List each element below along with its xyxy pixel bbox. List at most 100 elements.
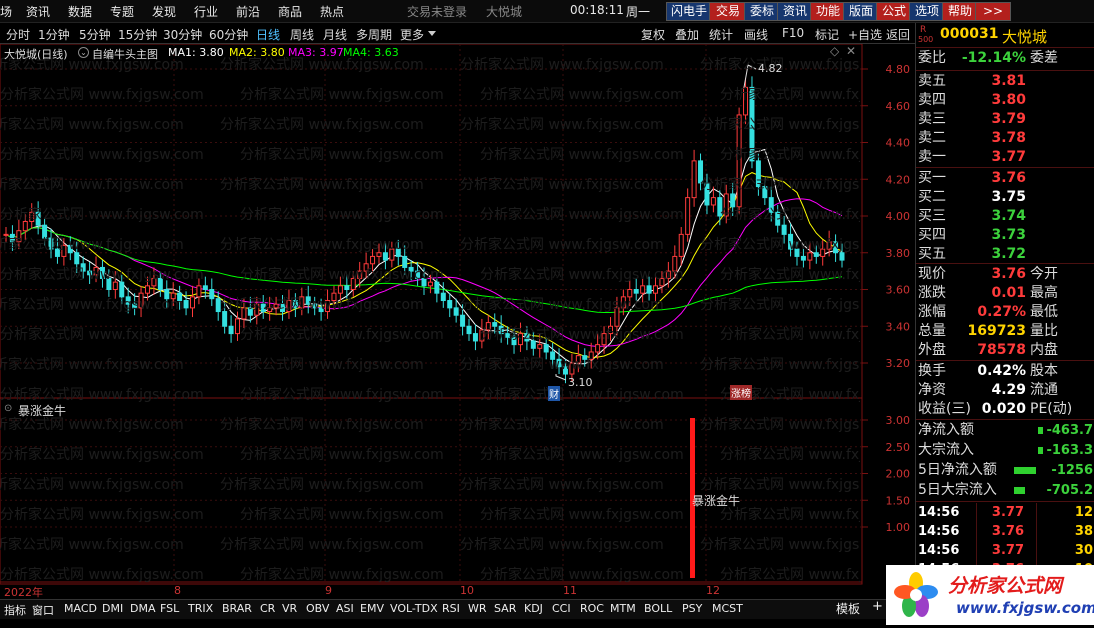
tab-boll[interactable]: BOLL — [644, 602, 672, 615]
f10-button[interactable]: F10 — [782, 26, 804, 40]
options-button[interactable]: 选项 — [909, 2, 945, 21]
watermark-text: 分析家公式网 www.fxjgsw.com — [0, 567, 204, 583]
bid-price[interactable]: 3.73 — [962, 226, 1026, 245]
ask-price[interactable]: 3.77 — [962, 148, 1026, 167]
draw-line-button[interactable]: 画线 — [744, 26, 768, 43]
close-icon[interactable]: ✕ — [846, 44, 856, 58]
limit-up-tag[interactable]: 涨榜 — [730, 385, 752, 400]
tick-volume: 30 — [1074, 543, 1093, 558]
overlay-button[interactable]: 叠加 — [675, 26, 699, 43]
tab-obv[interactable]: OBV — [306, 602, 329, 615]
tab-vol-tdx[interactable]: VOL-TDX — [390, 602, 438, 615]
flow-value: -163.3 — [1046, 443, 1093, 458]
mark-button[interactable]: 标记 — [815, 26, 839, 43]
ma3-label: MA3: 3.97 — [288, 46, 344, 59]
menu-item-market[interactable]: 场 — [0, 3, 12, 20]
tab-wr[interactable]: WR — [468, 602, 487, 615]
tab-asi[interactable]: ASI — [336, 602, 354, 615]
ask-price[interactable]: 3.81 — [962, 72, 1026, 91]
period-multi[interactable]: 多周期 — [356, 26, 392, 43]
tab-vr[interactable]: VR — [282, 602, 297, 615]
period-1min[interactable]: 1分钟 — [38, 26, 70, 43]
site-logo: 分析家公式网 www.fxjgsw.com — [886, 565, 1094, 625]
y-tick-label: 4.80 — [886, 63, 911, 76]
template-tab[interactable]: 模板 — [836, 600, 860, 617]
adjust-button[interactable]: 复权 — [641, 26, 665, 43]
quote-value: 0.01 — [991, 285, 1026, 301]
trade-button[interactable]: 交易 — [709, 2, 747, 21]
add-icon[interactable]: + — [872, 599, 883, 614]
ask-price[interactable]: 3.79 — [962, 110, 1026, 129]
tab-mtm[interactable]: MTM — [610, 602, 636, 615]
tab-rsi[interactable]: RSI — [442, 602, 460, 615]
bid-price[interactable]: 3.74 — [962, 207, 1026, 226]
tab-kdj[interactable]: KDJ — [524, 602, 543, 615]
order-mark-button[interactable]: 委标 — [744, 2, 780, 21]
period-more[interactable]: 更多 — [400, 26, 424, 43]
tab-sar[interactable]: SAR — [494, 602, 516, 615]
formula-name[interactable]: 自编牛头主图 — [92, 46, 158, 62]
watermark-text: 分析家公式网 www.fxjgsw.com — [460, 297, 664, 313]
tab-窗口[interactable]: 窗口 — [32, 602, 54, 618]
watermark-text: 分析家公式网 www.fxjgsw.com — [700, 297, 860, 313]
flash-trade-button[interactable]: 闪电手 — [666, 2, 712, 21]
back-button[interactable]: 返回 — [886, 26, 910, 43]
statistics-button[interactable]: 统计 — [709, 26, 733, 43]
menu-item-industry[interactable]: 行业 — [194, 3, 218, 20]
tab-brar[interactable]: BRAR — [222, 602, 252, 615]
tab-macd[interactable]: MACD — [64, 602, 97, 615]
tab-mcst[interactable]: MCST — [712, 602, 743, 615]
tab-cci[interactable]: CCI — [552, 602, 571, 615]
ask-price[interactable]: 3.78 — [962, 129, 1026, 148]
chevron-down-icon[interactable] — [428, 31, 436, 36]
tab-emv[interactable]: EMV — [360, 602, 384, 615]
menu-item-data[interactable]: 数据 — [68, 3, 92, 20]
menu-item-discover[interactable]: 发现 — [152, 3, 176, 20]
tab-roc[interactable]: ROC — [580, 602, 604, 615]
layout-button[interactable]: 版面 — [843, 2, 879, 21]
ask-price[interactable]: 3.80 — [962, 91, 1026, 110]
more-menu-button[interactable]: >> — [975, 2, 1011, 21]
period-weekly[interactable]: 周线 — [290, 26, 314, 43]
period-5min[interactable]: 5分钟 — [79, 26, 111, 43]
help-button[interactable]: 帮助 — [942, 2, 978, 21]
menu-item-commodity[interactable]: 商品 — [278, 3, 302, 20]
period-intraday[interactable]: 分时 — [6, 26, 30, 43]
login-status[interactable]: 交易未登录 — [407, 3, 467, 20]
tab-psy[interactable]: PSY — [682, 602, 702, 615]
tab-trix[interactable]: TRIX — [188, 602, 213, 615]
bid-price[interactable]: 3.72 — [962, 245, 1026, 264]
function-button[interactable]: 功能 — [810, 2, 846, 21]
tab-cr[interactable]: CR — [260, 602, 275, 615]
bid-price[interactable]: 3.76 — [962, 169, 1026, 188]
add-watchlist-button[interactable]: +自选 — [848, 26, 882, 43]
tab-指标[interactable]: 指标 — [4, 602, 26, 618]
watermark-text: 分析家公式网 www.fxjgsw.com — [720, 207, 860, 223]
tab-fsl[interactable]: FSL — [160, 602, 179, 615]
formula-button[interactable]: 公式 — [876, 2, 912, 21]
period-daily[interactable]: 日线 — [256, 26, 280, 43]
quote-label-2: 最高 — [1030, 285, 1058, 301]
menu-item-news[interactable]: 资讯 — [26, 3, 50, 20]
tab-dma[interactable]: DMA — [130, 602, 156, 615]
period-60min[interactable]: 60分钟 — [209, 26, 248, 43]
quote-label-2: 今开 — [1030, 266, 1058, 282]
weibi-value: -12.14% — [961, 50, 1026, 66]
quote-label: 涨幅 — [918, 304, 946, 320]
menu-item-topic[interactable]: 专题 — [110, 3, 134, 20]
menu-item-frontier[interactable]: 前沿 — [236, 3, 260, 20]
tab-dmi[interactable]: DMI — [102, 602, 123, 615]
watermark-text: 分析家公式网 www.fxjgsw.com — [700, 117, 860, 133]
period-15min[interactable]: 15分钟 — [118, 26, 157, 43]
chevron-down-icon[interactable]: ⊙ — [4, 403, 12, 414]
finance-tag[interactable]: 财 — [548, 386, 560, 401]
bid-price[interactable]: 3.75 — [962, 188, 1026, 207]
diamond-icon[interactable]: ◇ — [830, 44, 839, 58]
chevron-down-icon[interactable]: ⌄ — [78, 47, 89, 58]
x-label-12: 12 — [706, 584, 720, 597]
news-button[interactable]: 资讯 — [777, 2, 813, 21]
period-30min[interactable]: 30分钟 — [163, 26, 202, 43]
period-monthly[interactable]: 月线 — [323, 26, 347, 43]
logo-cn: 分析家公式网 — [948, 575, 1063, 597]
menu-item-hot[interactable]: 热点 — [320, 3, 344, 20]
